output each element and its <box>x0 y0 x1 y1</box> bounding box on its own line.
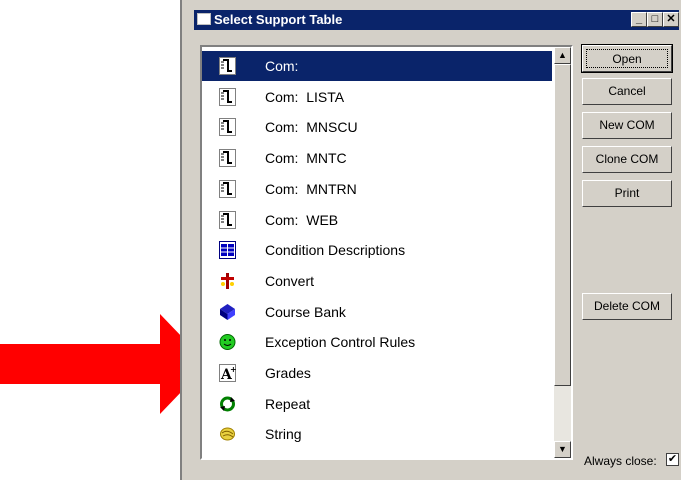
list-item-label: Com: MNSCU <box>265 119 358 136</box>
list-item[interactable]: Condition Descriptions <box>202 235 552 265</box>
list-item[interactable]: Com: MNSCU <box>202 112 552 142</box>
window-title: Select Support Table <box>214 12 343 27</box>
open-button-label: Open <box>586 49 668 68</box>
red-arrow-annotation <box>0 314 210 419</box>
repeat-icon <box>219 395 236 413</box>
always-close-checkbox[interactable]: ✔ <box>666 453 679 466</box>
support-table-list[interactable]: Com: Com: LISTA Com: MNSCU Com: MNTC Com: MN… <box>200 45 573 460</box>
list-item[interactable]: Repeat <box>202 389 552 419</box>
new-com-button[interactable]: New COM <box>582 112 672 139</box>
string-icon <box>219 425 236 443</box>
close-button[interactable]: ✕ <box>663 12 679 27</box>
list-rows: Com: Com: LISTA Com: MNSCU Com: MNTC Com: MN… <box>202 47 552 458</box>
delete-com-button[interactable]: Delete COM <box>582 293 672 320</box>
scroll-down-button[interactable]: ▼ <box>554 441 571 458</box>
table-icon <box>219 241 236 260</box>
always-close-label: Always close: <box>584 454 657 468</box>
list-item-label: Com: <box>265 58 299 74</box>
svg-text:+: + <box>230 365 236 374</box>
list-item[interactable]: Exception Control Rules <box>202 327 552 357</box>
list-item[interactable]: Course Bank <box>202 297 552 327</box>
cancel-button[interactable]: Cancel <box>582 78 672 105</box>
list-item-label: Course Bank <box>265 303 346 320</box>
clone-com-button[interactable]: Clone COM <box>582 146 672 173</box>
window-icon <box>197 13 211 25</box>
maximize-button[interactable]: □ <box>647 12 663 27</box>
title-bar[interactable]: Select Support Table _ □ ✕ <box>194 10 679 30</box>
document-icon <box>219 210 236 229</box>
list-item[interactable]: Com: LISTA <box>202 82 552 112</box>
minimize-button[interactable]: _ <box>631 12 647 27</box>
document-icon <box>219 179 236 198</box>
list-item[interactable]: Com: <box>202 51 552 81</box>
scroll-thumb[interactable] <box>554 64 571 386</box>
document-icon <box>219 118 236 137</box>
grades-icon: A + <box>219 364 237 383</box>
open-button[interactable]: Open <box>581 44 673 73</box>
list-item-label: Exception Control Rules <box>265 334 416 351</box>
list-item-label: Com: MNTRN <box>265 180 357 197</box>
list-item[interactable]: Convert <box>202 266 552 296</box>
list-item-label: Convert <box>265 272 315 289</box>
list-item-label: Grades <box>265 365 311 381</box>
list-item[interactable]: String <box>202 419 552 449</box>
vertical-scrollbar[interactable]: ▲ ▼ <box>554 47 571 458</box>
list-item-label: Condition Descriptions <box>265 242 406 259</box>
scroll-up-button[interactable]: ▲ <box>554 47 571 64</box>
document-icon <box>219 57 236 75</box>
document-icon <box>219 149 236 168</box>
select-support-table-dialog: Select Support Table _ □ ✕ Com: Com: LIST… <box>180 0 681 480</box>
list-item[interactable]: Com: MNTC <box>202 143 552 173</box>
list-item-label: Com: MNTC <box>265 150 347 167</box>
print-button[interactable]: Print <box>582 180 672 207</box>
list-item-label: Com: LISTA <box>265 88 345 105</box>
smiley-icon <box>219 333 236 351</box>
convert-icon <box>219 272 236 290</box>
list-item[interactable]: Com: MNTRN <box>202 174 552 204</box>
document-icon <box>219 87 236 106</box>
list-item-label: Com: WEB <box>265 211 339 228</box>
list-item-label: String <box>265 426 302 443</box>
book-icon <box>219 303 236 321</box>
list-item-label: Repeat <box>265 395 311 412</box>
list-item[interactable]: A + Grades <box>202 358 552 388</box>
list-item[interactable]: Com: WEB <box>202 205 552 235</box>
